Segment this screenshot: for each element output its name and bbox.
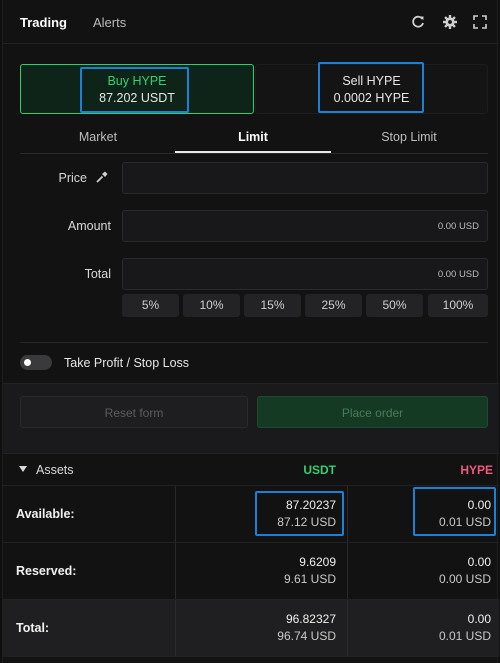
row-label: Total: xyxy=(16,621,50,635)
hype-amount: 0.00 xyxy=(467,612,491,626)
percent-100-button[interactable]: 100% xyxy=(428,294,488,317)
amount-label: Amount xyxy=(67,219,111,233)
column-divider xyxy=(347,543,348,599)
column-divider xyxy=(175,543,176,599)
eyedropper-icon[interactable] xyxy=(95,170,109,184)
total-input[interactable]: 0.00 USD xyxy=(122,258,488,290)
total-usd-value: 0.00 USD xyxy=(437,269,479,280)
usdt-available: 87.20237 87.12 USD xyxy=(277,498,336,529)
percent-25-button[interactable]: 25% xyxy=(305,294,362,317)
sell-side-button[interactable]: Sell HYPE 0.0002 HYPE xyxy=(255,64,488,114)
usdt-total: 96.82327 96.74 USD xyxy=(277,612,336,643)
buy-title: Buy HYPE xyxy=(107,74,167,88)
sell-title: Sell HYPE xyxy=(342,74,401,88)
column-divider xyxy=(175,486,176,542)
amount-input[interactable]: 0.00 USD xyxy=(122,210,488,242)
price-label: Price xyxy=(58,171,87,185)
usdt-reserved: 9.6209 9.61 USD xyxy=(284,555,336,586)
hype-total: 0.00 0.01 USD xyxy=(439,612,491,643)
tab-stop-limit[interactable]: Stop Limit xyxy=(331,130,487,144)
percent-15-button[interactable]: 15% xyxy=(244,294,301,317)
percent-5-button[interactable]: 5% xyxy=(122,294,179,317)
buy-balance: 87.202 USDT xyxy=(99,91,175,105)
tab-alerts[interactable]: Alerts xyxy=(93,15,126,30)
column-divider xyxy=(175,600,176,656)
place-order-button[interactable]: Place order xyxy=(257,396,488,428)
amount-usd-value: 0.00 USD xyxy=(437,221,479,232)
tpsl-toggle[interactable] xyxy=(20,355,52,370)
reset-form-button[interactable]: Reset form xyxy=(20,396,248,428)
toggle-knob xyxy=(24,359,31,366)
expand-icon[interactable] xyxy=(472,14,488,30)
usdt-amount: 87.20237 xyxy=(285,498,336,512)
usdt-usd-value: 96.74 USD xyxy=(277,629,336,643)
hype-usd-value: 0.01 USD xyxy=(438,629,491,643)
column-divider xyxy=(347,600,348,656)
hype-reserved: 0.00 0.00 USD xyxy=(439,555,491,586)
tpsl-label: Take Profit / Stop Loss xyxy=(64,356,190,370)
assets-header[interactable]: Assets USDT HYPE xyxy=(3,453,499,486)
caret-down-icon xyxy=(19,466,27,472)
active-tab-indicator xyxy=(175,151,331,153)
hype-usd-value: 0.01 USD xyxy=(438,515,491,529)
gear-icon[interactable] xyxy=(442,14,458,30)
price-input[interactable] xyxy=(122,162,488,194)
hype-amount: 0.00 xyxy=(467,555,491,569)
row-label: Available: xyxy=(16,507,75,521)
buy-side-button[interactable]: Buy HYPE 87.202 USDT xyxy=(20,64,254,114)
panel-header: Trading Alerts xyxy=(3,0,499,44)
percent-50-button[interactable]: 50% xyxy=(366,294,423,317)
usdt-amount: 96.82327 xyxy=(285,612,336,626)
assets-row-reserved: Reserved: 9.6209 9.61 USD 0.00 0.00 USD xyxy=(3,543,499,600)
column-divider xyxy=(347,486,348,542)
hype-available: 0.00 0.01 USD xyxy=(439,498,491,529)
usdt-usd-value: 87.12 USD xyxy=(277,515,336,529)
row-label: Reserved: xyxy=(16,564,77,578)
tabs-underline xyxy=(20,153,488,154)
assets-title: Assets xyxy=(36,463,74,477)
divider xyxy=(20,342,488,343)
assets-row-available: Available: 87.20237 87.12 USD 0.00 0.01 … xyxy=(3,486,499,543)
sell-balance: 0.0002 HYPE xyxy=(333,91,410,105)
hype-amount: 0.00 xyxy=(467,498,491,512)
percent-10-button[interactable]: 10% xyxy=(183,294,240,317)
hype-usd-value: 0.00 USD xyxy=(438,572,491,586)
tab-market[interactable]: Market xyxy=(20,130,176,144)
usdt-amount: 9.6209 xyxy=(299,555,336,569)
tab-trading[interactable]: Trading xyxy=(20,15,67,30)
tab-limit[interactable]: Limit xyxy=(175,130,331,144)
usdt-usd-value: 9.61 USD xyxy=(283,572,336,586)
hype-column-header: HYPE xyxy=(460,463,493,477)
trading-panel: Trading Alerts Buy HYPE 87.202 USDT Sell… xyxy=(2,0,499,663)
usdt-column-header: USDT xyxy=(303,463,336,477)
assets-row-total: Total: 96.82327 96.74 USD 0.00 0.01 USD xyxy=(3,600,499,657)
refresh-icon[interactable] xyxy=(410,14,426,30)
total-label: Total xyxy=(84,267,111,281)
